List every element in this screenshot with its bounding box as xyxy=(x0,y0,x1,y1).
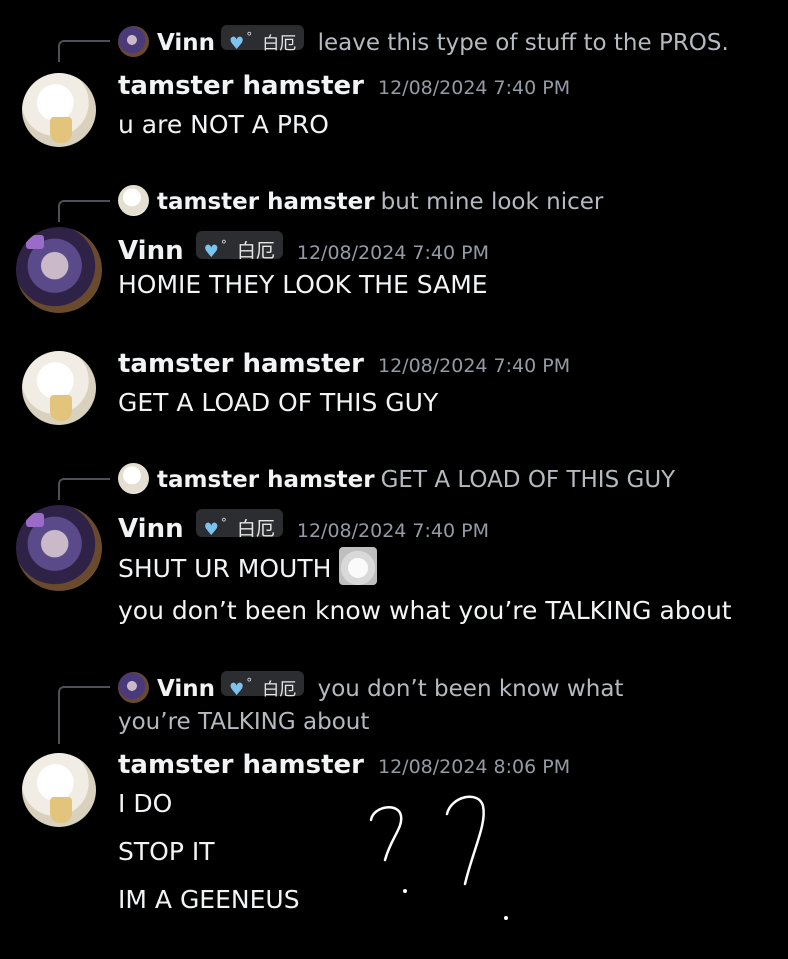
reply-text: GET A LOAD OF THIS GUY xyxy=(380,467,676,493)
reply-connector xyxy=(58,478,110,500)
username[interactable]: Vinn xyxy=(118,514,184,544)
reply-preview[interactable]: Vinn ♥ ° 白厄 you don’t been know what you’re… xyxy=(118,671,688,739)
reply-avatar[interactable] xyxy=(118,463,149,494)
message-header: tamster hamster 12/08/2024 7:40 PM xyxy=(118,349,570,379)
reply-author[interactable]: Vinn xyxy=(157,676,215,702)
message-header: tamster hamster 12/08/2024 7:40 PM xyxy=(118,71,570,101)
username[interactable]: Vinn xyxy=(118,236,184,266)
message-text: HOMIE THEY LOOK THE SAME xyxy=(118,270,488,299)
message-header: Vinn ♥ ° 白厄 12/08/2024 7:40 PM xyxy=(118,509,489,544)
blue-heart-icon: ♥ xyxy=(229,34,245,54)
message-text: GET A LOAD OF THIS GUY xyxy=(118,388,439,417)
reply-text: but mine look nicer xyxy=(380,189,604,215)
handwritten-question-marks xyxy=(369,795,508,920)
reply-avatar[interactable] xyxy=(118,26,149,57)
reply-preview[interactable]: Vinn ♥ ° 白厄 leave this type of stuff to the… xyxy=(118,25,748,60)
blue-heart-icon: ♥ xyxy=(203,242,219,262)
reply-connector xyxy=(58,200,110,222)
role-badge: ♥ ° 白厄 xyxy=(221,25,305,54)
message-text: u are NOT A PRO xyxy=(118,110,329,139)
avatar[interactable] xyxy=(22,73,96,147)
avatar[interactable] xyxy=(16,227,102,313)
timestamp: 12/08/2024 7:40 PM xyxy=(296,520,489,542)
username[interactable]: tamster hamster xyxy=(118,349,364,379)
reply-avatar[interactable] xyxy=(118,185,149,216)
reply-connector xyxy=(58,40,110,62)
avatar[interactable] xyxy=(22,351,96,425)
timestamp: 12/08/2024 7:40 PM xyxy=(377,77,571,99)
message-text: SHUT UR MOUTH xyxy=(118,547,378,585)
username[interactable]: tamster hamster xyxy=(118,71,364,101)
blue-heart-icon: ♥ xyxy=(229,680,245,700)
reply-author[interactable]: tamster hamster xyxy=(157,189,375,215)
username[interactable]: tamster hamster xyxy=(118,750,364,780)
reply-connector xyxy=(58,686,110,744)
message-text: IM A GEENEUS xyxy=(118,885,300,914)
reply-preview[interactable]: tamster hamster but mine look nicer xyxy=(118,185,748,219)
message-text: you don’t been know what you’re TALKING … xyxy=(118,596,732,625)
timestamp: 12/08/2024 8:06 PM xyxy=(377,756,571,778)
cat-sticker[interactable] xyxy=(339,547,378,585)
reply-preview[interactable]: tamster hamster GET A LOAD OF THIS GUY xyxy=(118,463,748,497)
role-badge: ♥ ° 白厄 xyxy=(221,671,305,700)
timestamp: 12/08/2024 7:40 PM xyxy=(296,242,489,264)
message-header: Vinn ♥ ° 白厄 12/08/2024 7:40 PM xyxy=(118,231,489,266)
message-text: STOP IT xyxy=(118,837,215,866)
reply-author[interactable]: Vinn xyxy=(157,30,215,56)
avatar[interactable] xyxy=(16,505,102,591)
reply-author[interactable]: tamster hamster xyxy=(157,467,375,493)
reply-text: leave this type of stuff to the PROS. xyxy=(317,30,729,56)
message-header: tamster hamster 12/08/2024 8:06 PM xyxy=(118,750,570,780)
reply-avatar[interactable] xyxy=(118,672,149,703)
avatar[interactable] xyxy=(22,753,96,827)
role-badge: ♥ ° 白厄 xyxy=(195,509,283,540)
blue-heart-icon: ♥ xyxy=(203,520,219,540)
timestamp: 12/08/2024 7:40 PM xyxy=(377,355,571,377)
role-badge: ♥ ° 白厄 xyxy=(195,231,283,262)
message-text: I DO xyxy=(118,789,173,818)
